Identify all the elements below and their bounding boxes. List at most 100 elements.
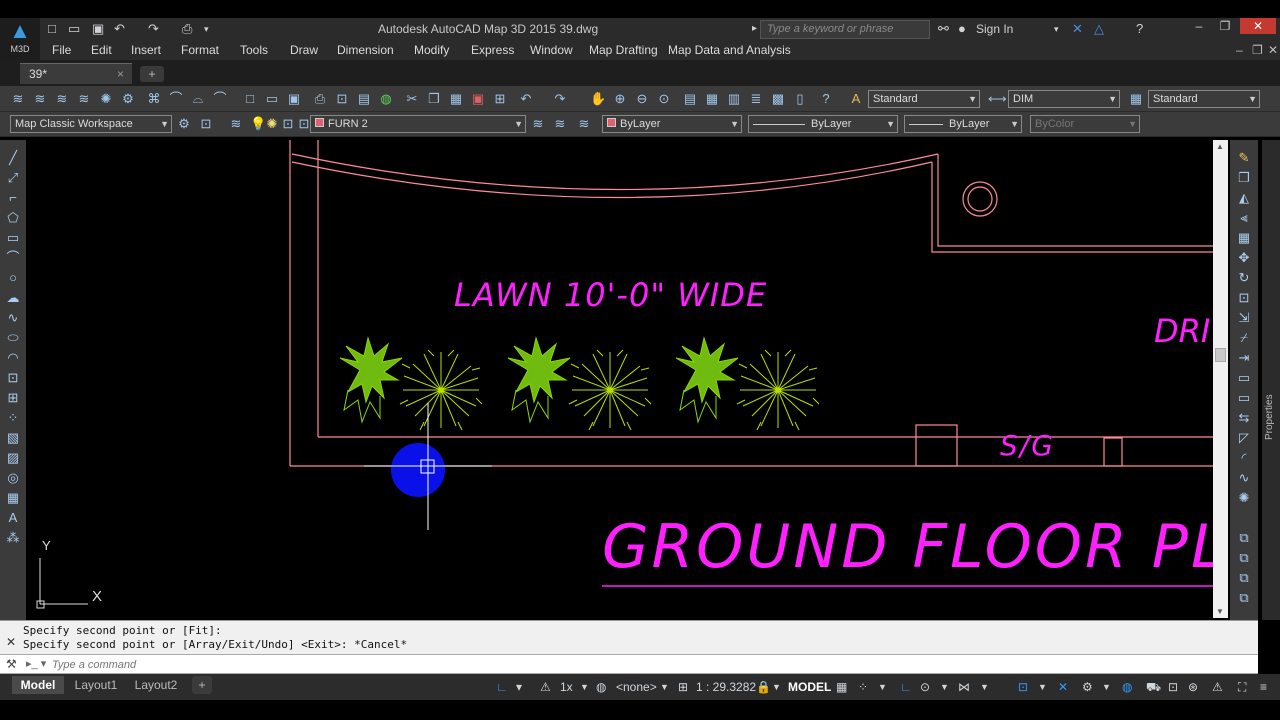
rectangle-icon[interactable]: ▭	[5, 230, 21, 246]
close-tab-icon[interactable]: ×	[117, 64, 124, 85]
layer-properties-icon[interactable]: ≋	[10, 91, 26, 107]
zoom-previous-icon[interactable]: ⊙	[656, 91, 672, 107]
layout-tab-layout1[interactable]: Layout1	[68, 676, 124, 694]
revision-cloud-icon[interactable]: ☁	[5, 290, 21, 306]
table-icon[interactable]: ▦	[5, 490, 21, 506]
chamfer-icon[interactable]: ◸	[1236, 430, 1252, 446]
stretch-icon[interactable]: ⇲	[1236, 310, 1252, 326]
scale-dropdown-icon[interactable]: ▼	[772, 679, 781, 695]
map-tools-icon[interactable]: ⊛	[1188, 679, 1198, 695]
make-current-layer-icon[interactable]: ≋	[530, 116, 546, 132]
dim-style-icon[interactable]: ⟷	[988, 91, 1007, 107]
close-command-line-icon[interactable]: ✕	[6, 635, 16, 649]
file-tab-39[interactable]: 39* ×	[20, 63, 132, 84]
osnap-dropdown-icon[interactable]: ▼	[1038, 679, 1047, 695]
save-toolbar-icon[interactable]: ▣	[286, 91, 302, 107]
workspace-switch-icon[interactable]: ⚙	[1082, 679, 1093, 695]
blend-curves-icon[interactable]: ∿	[1236, 470, 1252, 486]
warning-icon[interactable]: ⚠	[1212, 679, 1223, 695]
exchange-apps-icon[interactable]: ✕	[1072, 20, 1083, 38]
point-icon[interactable]: ⁘	[5, 410, 21, 426]
properties-icon[interactable]: ▤	[682, 91, 698, 107]
text-style-icon[interactable]: A	[848, 91, 864, 107]
snap-grid-dropdown-icon[interactable]: ▼	[878, 679, 887, 695]
redo-toolbar-icon[interactable]: ↷	[552, 91, 568, 107]
pan-icon[interactable]: ✋	[590, 91, 606, 107]
break-at-point-icon[interactable]: ▭	[1236, 370, 1252, 386]
doc-minimize-icon[interactable]: –	[1236, 43, 1243, 57]
menu-file[interactable]: File	[52, 43, 71, 57]
maximize-button[interactable]: ❐	[1212, 18, 1238, 34]
fillet-icon[interactable]: ◜	[1236, 450, 1252, 466]
layer-iso-icon[interactable]: ≋	[576, 116, 592, 132]
linetype-select[interactable]: ByLayer ▼	[748, 115, 898, 133]
hardware-acceleration-icon[interactable]: ⛟	[1146, 679, 1161, 695]
mirror-icon[interactable]: ◭	[1236, 190, 1252, 206]
vertical-scrollbar[interactable]: ▲ ▼	[1213, 140, 1228, 618]
scale-icon[interactable]: ⊡	[1236, 290, 1252, 306]
layer-isolate-icon[interactable]: ≋	[54, 91, 70, 107]
new-file-icon[interactable]: □	[48, 20, 56, 38]
annoscale-dropdown-icon[interactable]: ▼	[580, 679, 589, 695]
match-properties-icon[interactable]: ▣	[470, 91, 486, 107]
minimize-button[interactable]: –	[1186, 18, 1212, 34]
layer-unlock-icon[interactable]: ⊡	[280, 116, 296, 132]
layer-unisolate-icon[interactable]: ≋	[76, 91, 92, 107]
zoom-window-icon[interactable]: ⊖	[634, 91, 650, 107]
table-style-select[interactable]: Standard ▼	[1148, 90, 1260, 108]
menu-tools[interactable]: Tools	[240, 43, 268, 57]
layer-freeze-icon[interactable]: ✺	[98, 91, 114, 107]
polygon-icon[interactable]: ⬠	[5, 210, 21, 226]
open-icon[interactable]: ▭	[264, 91, 280, 107]
draworder-under-icon[interactable]: ⧉	[1236, 590, 1252, 606]
menu-format[interactable]: Format	[181, 43, 219, 57]
extend-icon[interactable]: ⇥	[1236, 350, 1252, 366]
layer-match-icon[interactable]: ⚙	[120, 91, 136, 107]
help-toolbar-icon[interactable]: ?	[818, 91, 834, 107]
doc-close-icon[interactable]: ✕	[1268, 43, 1278, 57]
cut-icon[interactable]: ✂	[404, 91, 420, 107]
workspace-settings-icon[interactable]: ⚙	[176, 116, 192, 132]
workspace-select[interactable]: Map Classic Workspace ▼	[10, 115, 172, 133]
paste-icon[interactable]: ▦	[448, 91, 464, 107]
layer-lock-icon[interactable]: ⌒	[212, 91, 228, 107]
annotation-monitor-icon[interactable]: ✕	[1058, 679, 1068, 695]
polar-dropdown-icon[interactable]: ▼	[940, 679, 949, 695]
offset-icon[interactable]: ⫷	[1236, 210, 1252, 226]
lineweight-select[interactable]: ByLayer ▼	[904, 115, 1022, 133]
menu-edit[interactable]: Edit	[91, 43, 112, 57]
recent-commands-icon[interactable]: ▸_ ▾	[26, 657, 46, 670]
new-tab-button[interactable]: +	[140, 66, 164, 82]
plot-icon[interactable]: ⎙	[182, 20, 192, 38]
layer-delete-icon[interactable]: ⌓	[190, 91, 206, 107]
snap-grid-icon[interactable]: ⁘	[858, 679, 868, 695]
insert-block-icon[interactable]: ⊡	[5, 370, 21, 386]
publish-icon[interactable]: ▤	[356, 91, 372, 107]
menu-draw[interactable]: Draw	[290, 43, 318, 57]
snap-dropdown-icon[interactable]: ▾	[516, 679, 522, 695]
hatch-icon[interactable]: ▧	[5, 430, 21, 446]
redo-icon[interactable]: ↷	[148, 20, 159, 38]
polyline-icon[interactable]: ⌐	[5, 190, 21, 206]
qnew-icon[interactable]: □	[242, 91, 258, 107]
plot-preview-icon[interactable]: ⊡	[334, 91, 350, 107]
close-window-button[interactable]: ✕	[1240, 18, 1276, 34]
sign-in-button[interactable]: Sign In	[976, 22, 1013, 36]
layout-tab-model[interactable]: Model	[12, 676, 64, 694]
isolate-objects-icon[interactable]: ◍	[1122, 679, 1132, 695]
workspace-layout-icon[interactable]: ⊡	[198, 116, 214, 132]
gradient-icon[interactable]: ▨	[5, 450, 21, 466]
explode-icon[interactable]: ✺	[1236, 490, 1252, 506]
object-snap-icon[interactable]: ⊡	[1018, 679, 1028, 695]
rotate-icon[interactable]: ↻	[1236, 270, 1252, 286]
sheet-set-icon[interactable]: ≣	[748, 91, 764, 107]
table-style-icon[interactable]: ▦	[1128, 91, 1144, 107]
circle-icon[interactable]: ○	[5, 270, 21, 286]
undo-icon[interactable]: ↶	[114, 20, 125, 38]
layer-walk-icon[interactable]: ⌘	[146, 91, 162, 107]
scroll-thumb[interactable]	[1215, 348, 1226, 362]
ellipse-arc-icon[interactable]: ◠	[5, 350, 21, 366]
calculator-icon[interactable]: ▯	[792, 91, 808, 107]
menu-window[interactable]: Window	[530, 43, 573, 57]
autodesk-360-toolbar-icon[interactable]: ◍	[378, 91, 394, 107]
